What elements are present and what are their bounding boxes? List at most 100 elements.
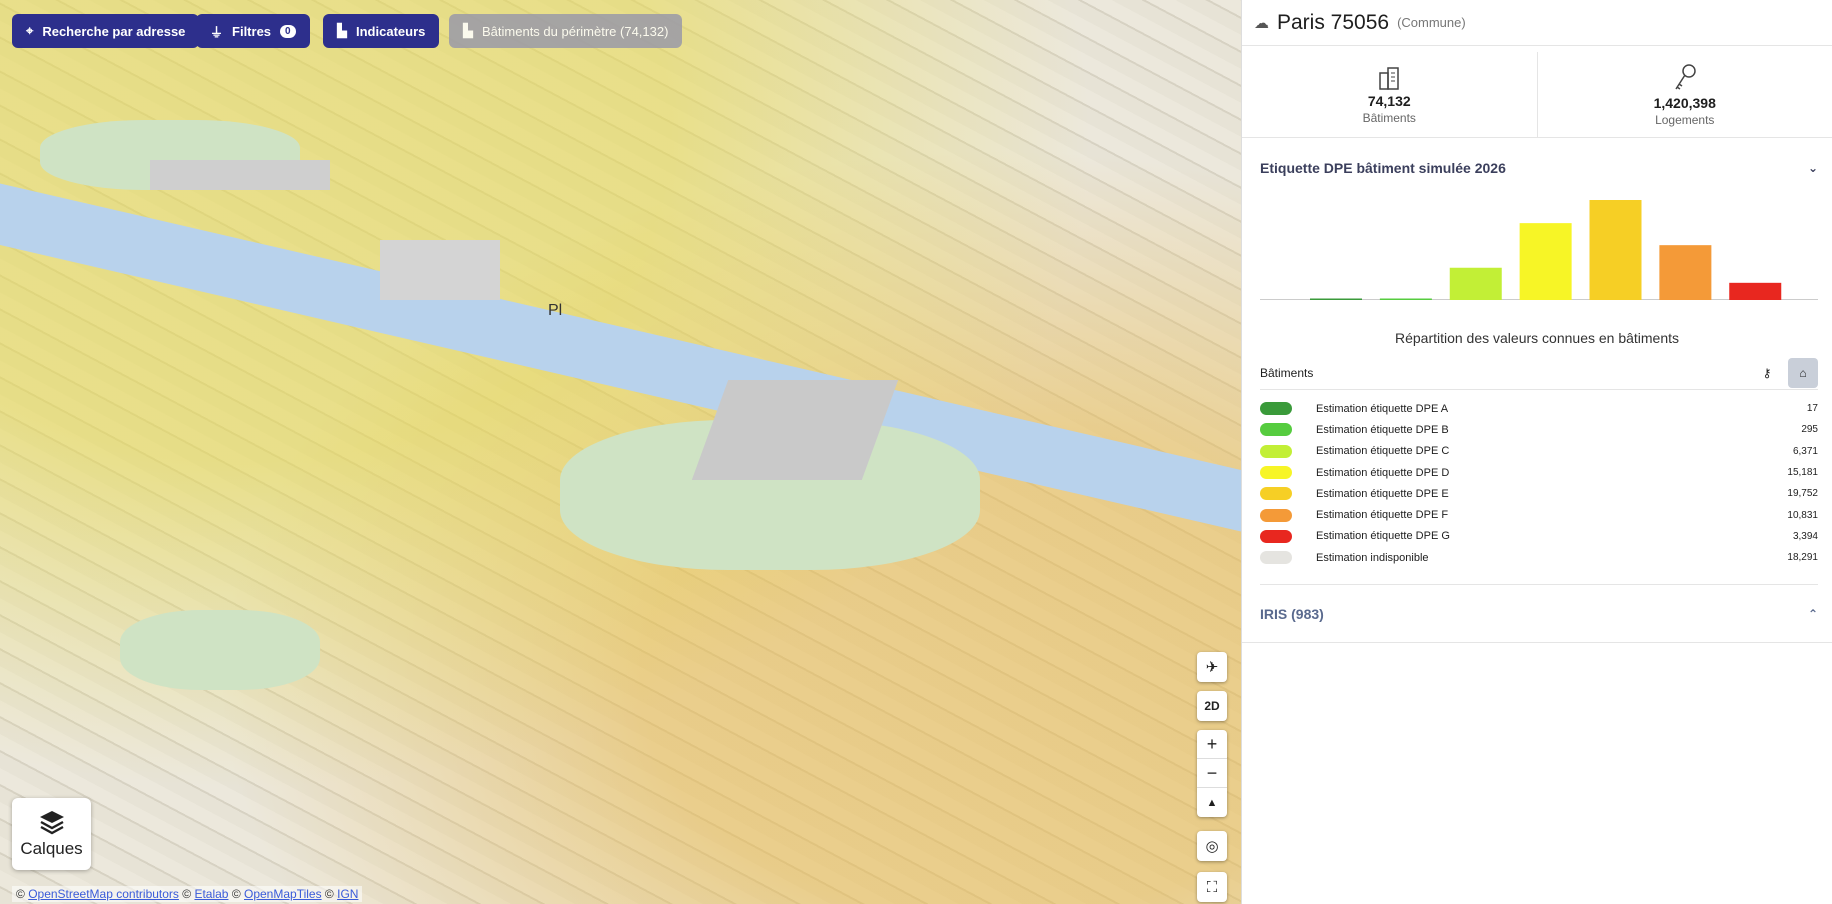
- legend-value: 295: [1801, 424, 1818, 436]
- dpe-chart-svg: [1310, 200, 1782, 300]
- legend-label: Estimation étiquette DPE F: [1316, 509, 1449, 522]
- search-address-label: Recherche par adresse: [42, 23, 186, 39]
- legend-swatch: [1260, 487, 1292, 501]
- view-mode-button[interactable]: 2D: [1197, 691, 1227, 721]
- info-panel: ☁ Paris 75056 (Commune) 74,132 Bâtiments…: [1241, 0, 1832, 904]
- fullscreen-button[interactable]: ⛶: [1197, 872, 1227, 902]
- legend-swatch: [1260, 508, 1292, 522]
- iris-section-title: IRIS (983): [1260, 605, 1324, 622]
- key-icon: ⚷: [1762, 365, 1772, 380]
- chart-caption: Répartition des valeurs connues en bâtim…: [1394, 330, 1680, 346]
- search-address-button[interactable]: ⌖ Recherche par adresse: [12, 14, 200, 48]
- buildings-toggle-button[interactable]: ⌂: [1788, 357, 1818, 388]
- legend-value: 19,752: [1787, 488, 1818, 500]
- filter-icon: ⏚: [210, 24, 224, 40]
- place-label: Pl: [548, 302, 563, 319]
- dpe-legend: Estimation étiquette DPE A 17 Estimation é…: [1260, 398, 1818, 586]
- zoom-in-button[interactable]: +: [1197, 730, 1227, 759]
- osm-link[interactable]: OpenStreetMap contributors: [28, 887, 179, 901]
- stats-row: 74,132 Bâtiments 1,420,398 Logements: [1242, 52, 1832, 138]
- legend-swatch: [1260, 529, 1292, 543]
- legend-item: Estimation étiquette DPE G 3,394: [1260, 526, 1818, 547]
- perimeter-buildings-label: Bâtiments du périmètre (74,132): [482, 23, 669, 39]
- legend-header: Bâtiments ⚷ ⌂: [1260, 356, 1818, 390]
- dpe-bar-C: [1449, 267, 1502, 300]
- key-icon: [1675, 63, 1696, 90]
- buildings-label: Bâtiments: [1362, 110, 1416, 125]
- stat-dwellings: 1,420,398 Logements: [1536, 52, 1832, 137]
- legend-value: 6,371: [1792, 445, 1818, 457]
- legend-item: Estimation indisponible 18,291: [1260, 547, 1818, 568]
- commune-name: Paris 75056: [1277, 10, 1390, 34]
- legend-swatch: [1260, 402, 1292, 416]
- park-area: [120, 610, 320, 690]
- dpe-section-header[interactable]: Etiquette DPE bâtiment simulée 2026 ⌄: [1242, 148, 1832, 188]
- legend-item: Estimation étiquette DPE D 15,181: [1260, 462, 1818, 483]
- legend-label: Estimation étiquette DPE E: [1316, 487, 1449, 500]
- layers-label: Calques: [20, 839, 83, 858]
- buildings-count: 74,132: [1367, 92, 1411, 109]
- zoom-out-button[interactable]: −: [1197, 759, 1227, 788]
- legend-item: Estimation étiquette DPE F 10,831: [1260, 504, 1818, 525]
- compass-icon: ▲: [1206, 796, 1218, 809]
- dpe-bar-B: [1379, 298, 1432, 300]
- dpe-bar-chart: [1260, 188, 1818, 300]
- map-canvas[interactable]: ⌖ Recherche par adresse ⏚ Filtres 0 ▙ In…: [0, 0, 1241, 904]
- commune-type: (Commune): [1397, 15, 1466, 30]
- dwellings-label: Logements: [1655, 112, 1715, 127]
- legend-value: 3,394: [1792, 530, 1818, 542]
- bar-chart-icon: ▙: [463, 23, 473, 38]
- chevron-down-icon: ⌄: [1807, 161, 1818, 175]
- legend-value: 17: [1806, 403, 1818, 415]
- iris-section-header[interactable]: IRIS (983) ⌃: [1242, 585, 1832, 644]
- legend-label: Estimation étiquette DPE C: [1316, 445, 1450, 458]
- legend-value: 18,291: [1787, 552, 1818, 564]
- indicators-label: Indicateurs: [356, 23, 426, 39]
- compass-button[interactable]: ▲: [1197, 788, 1227, 817]
- stat-buildings: 74,132 Bâtiments: [1242, 52, 1537, 137]
- fullscreen-icon: ⛶: [1206, 878, 1218, 896]
- ign-link[interactable]: IGN: [337, 887, 358, 901]
- location-pin-icon: ⌖: [26, 23, 34, 38]
- legend-label: Estimation indisponible: [1316, 551, 1429, 564]
- legend-value: 10,831: [1787, 509, 1818, 521]
- legend-item: Estimation étiquette DPE A 17: [1260, 398, 1818, 419]
- legend-swatch: [1260, 423, 1292, 437]
- dpe-section-title: Etiquette DPE bâtiment simulée 2026: [1260, 160, 1506, 176]
- legend-item: Estimation étiquette DPE B 295: [1260, 419, 1818, 440]
- layers-button[interactable]: Calques: [12, 798, 91, 870]
- dpe-bar-G: [1729, 282, 1782, 300]
- building-icon: [1379, 66, 1399, 90]
- legend-header-label: Bâtiments: [1260, 365, 1314, 380]
- building-icon: ⌂: [1799, 365, 1807, 380]
- filters-button[interactable]: ⏚ Filtres 0: [196, 14, 310, 48]
- building-block: [150, 160, 330, 190]
- legend-swatch: [1260, 551, 1292, 565]
- dwellings-count: 1,420,398: [1653, 94, 1716, 111]
- perimeter-buildings-button[interactable]: ▙ Bâtiments du périmètre (74,132): [449, 14, 683, 48]
- geolocate-button[interactable]: ◎: [1197, 831, 1227, 861]
- openmaptiles-link[interactable]: OpenMapTiles: [244, 887, 322, 901]
- dpe-bar-F: [1659, 245, 1712, 300]
- chevron-up-icon: ⌃: [1807, 606, 1818, 621]
- legend-item: Estimation étiquette DPE C 6,371: [1260, 441, 1818, 462]
- legend-label: Estimation étiquette DPE B: [1316, 423, 1449, 436]
- dpe-bar-E: [1589, 200, 1642, 300]
- dpe-bar-A: [1310, 298, 1362, 300]
- etalab-link[interactable]: Etalab: [194, 887, 228, 901]
- legend-swatch: [1260, 466, 1292, 480]
- legend-label: Estimation étiquette DPE G: [1316, 530, 1450, 543]
- legend-item: Estimation étiquette DPE E 19,752: [1260, 483, 1818, 504]
- zoom-controls: + − ▲: [1197, 730, 1227, 817]
- building-block: [380, 240, 500, 300]
- legend-label: Estimation étiquette DPE D: [1316, 466, 1450, 479]
- filters-label: Filtres: [232, 23, 272, 39]
- satellite-toggle-button[interactable]: ✈: [1197, 652, 1227, 682]
- bar-chart-icon: ▙: [337, 23, 347, 38]
- cloud-icon: ☁: [1254, 14, 1269, 32]
- target-icon: ◎: [1205, 838, 1219, 855]
- indicators-button[interactable]: ▙ Indicateurs: [323, 14, 440, 48]
- map-attribution: © OpenStreetMap contributors © Etalab © …: [12, 886, 363, 902]
- dwellings-toggle-button[interactable]: ⚷: [1752, 358, 1782, 388]
- view-mode-label: 2D: [1204, 699, 1220, 713]
